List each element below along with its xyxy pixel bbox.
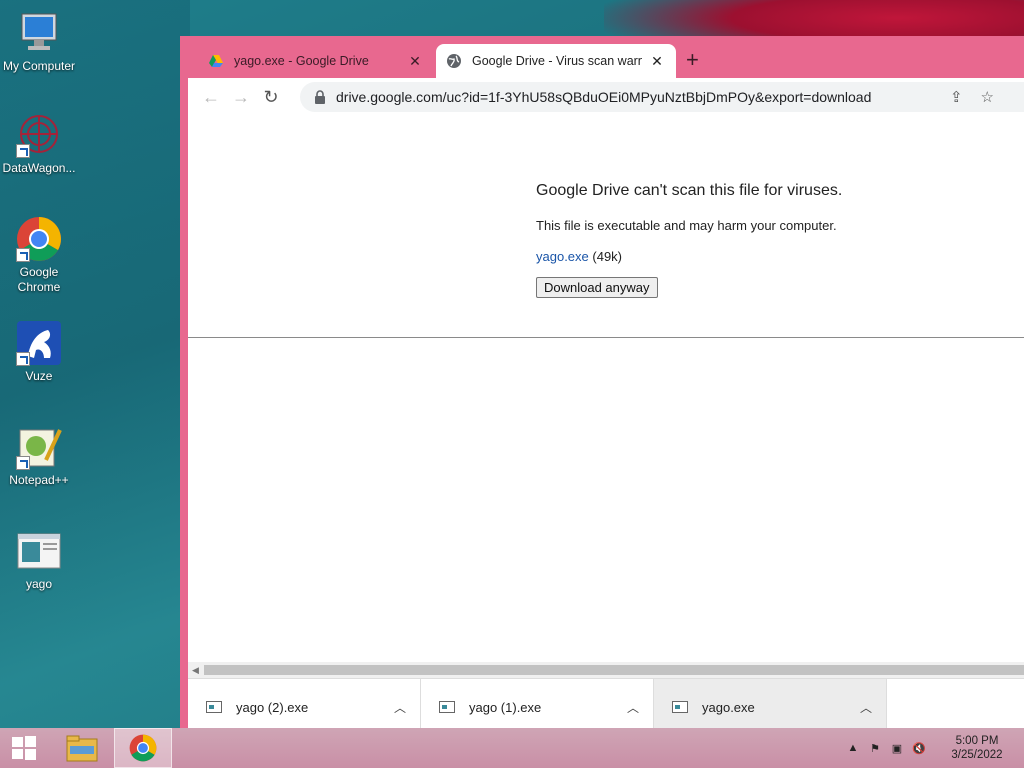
desktop-icon-label: Vuze: [25, 369, 53, 383]
tab-strip: yago.exe - Google Drive ✕ Google Drive -…: [180, 36, 1024, 78]
executable-file-icon: [16, 528, 62, 574]
page-heading: Google Drive can't scan this file for vi…: [536, 182, 843, 199]
shortcut-arrow-icon: [16, 144, 30, 158]
chevron-up-icon[interactable]: ︿: [846, 699, 886, 716]
google-drive-icon: [208, 53, 224, 69]
tab-virus-scan-warning[interactable]: Google Drive - Virus scan warning ✕: [436, 44, 676, 78]
desktop-icon-label: My Computer: [2, 59, 76, 73]
clock-time: 5:00 PM: [955, 735, 999, 747]
network-icon[interactable]: ▣: [886, 742, 908, 755]
page-content: Google Drive can't scan this file for vi…: [188, 116, 1024, 678]
chrome-window: yago.exe - Google Drive ✕ Google Drive -…: [180, 36, 1024, 742]
desktop-icon-notepad-plus-plus[interactable]: Notepad++: [0, 424, 78, 488]
chrome-taskbar-button[interactable]: [114, 728, 172, 768]
volume-muted-icon[interactable]: 🔇: [908, 742, 930, 755]
download-name: yago (2).exe: [236, 699, 309, 715]
close-icon[interactable]: ✕: [648, 53, 666, 70]
browser-toolbar: ← → ↻ drive.google.com/uc?id=1f-3YhU58sQ…: [188, 78, 1024, 116]
download-name: yago.exe: [702, 699, 755, 715]
tab-yago-google-drive[interactable]: yago.exe - Google Drive ✕: [198, 44, 434, 78]
desktop-icon-google-chrome[interactable]: Google Chrome: [0, 216, 78, 295]
scrollbar-thumb[interactable]: [204, 665, 1024, 675]
virus-warning-panel: Google Drive can't scan this file for vi…: [536, 182, 842, 298]
datawagon-icon: [16, 112, 62, 158]
vuze-frog-icon: [16, 320, 62, 366]
clock-date: 3/25/2022: [951, 749, 1003, 761]
download-shelf: yago (2).exe ︿ yago (1).exe ︿ yago.exe ︿: [188, 678, 1024, 735]
share-icon[interactable]: ⇪: [950, 88, 963, 106]
download-item[interactable]: yago.exe ︿: [654, 679, 887, 735]
close-icon[interactable]: ✕: [406, 53, 424, 70]
desktop-icon-yago[interactable]: yago: [0, 528, 78, 592]
download-item[interactable]: yago (1).exe ︿: [421, 679, 654, 735]
desktop-icon-my-computer[interactable]: My Computer: [0, 10, 78, 74]
file-size: (49k): [592, 249, 623, 264]
chrome-icon: [16, 216, 62, 262]
desktop-icon-label: Notepad++: [9, 473, 69, 487]
clock[interactable]: 5:00 PM 3/25/2022: [930, 734, 1024, 762]
tab-title: yago.exe - Google Drive: [234, 54, 369, 68]
shortcut-arrow-icon: [16, 248, 30, 262]
file-info: yago.exe (49k): [536, 249, 842, 264]
download-anyway-button[interactable]: Download anyway: [536, 277, 658, 298]
executable-file-icon: [439, 701, 455, 713]
chevron-up-icon[interactable]: ︿: [380, 699, 420, 716]
download-item[interactable]: yago (2).exe ︿: [188, 679, 421, 735]
horizontal-divider: [188, 337, 1024, 338]
shortcut-arrow-icon: [16, 456, 30, 470]
executable-file-icon: [672, 701, 688, 713]
notepad-plus-plus-icon: [16, 424, 62, 470]
chevron-up-icon[interactable]: ︿: [613, 699, 653, 716]
scroll-left-icon[interactable]: ◀: [192, 665, 199, 676]
executable-file-icon: [206, 701, 222, 713]
globe-icon: [446, 53, 462, 69]
file-link[interactable]: yago.exe: [536, 249, 589, 264]
action-center-flag-icon[interactable]: ⚑: [864, 742, 886, 755]
address-bar[interactable]: drive.google.com/uc?id=1f-3YhU58sQBduOEi…: [300, 82, 1024, 112]
chrome-icon: [129, 734, 157, 762]
desktop-icon-label: DataWagon...: [2, 161, 76, 175]
folder-icon: [66, 735, 98, 762]
forward-arrow-icon[interactable]: →: [226, 87, 256, 108]
back-arrow-icon[interactable]: ←: [196, 87, 226, 108]
show-hidden-icons-icon[interactable]: ▲: [842, 742, 864, 754]
computer-icon: [16, 10, 62, 56]
warning-description: This file is executable and may harm you…: [536, 218, 837, 233]
desktop-icon-label: Google Chrome: [17, 265, 61, 294]
bookmark-star-icon[interactable]: ☆: [981, 88, 994, 106]
lock-icon: [314, 90, 326, 104]
taskbar: ▲ ⚑ ▣ 🔇 5:00 PM 3/25/2022: [0, 728, 1024, 768]
start-button[interactable]: [0, 728, 48, 768]
desktop-icon-vuze[interactable]: Vuze: [0, 320, 78, 384]
horizontal-scrollbar[interactable]: ◀: [188, 662, 1024, 678]
download-name: yago (1).exe: [469, 699, 542, 715]
system-tray: ▲ ⚑ ▣ 🔇 5:00 PM 3/25/2022: [842, 728, 1024, 768]
new-tab-button[interactable]: +: [686, 49, 699, 71]
shortcut-arrow-icon: [16, 352, 30, 366]
file-explorer-button[interactable]: [58, 728, 106, 768]
tab-title: Google Drive - Virus scan warning: [472, 54, 642, 68]
reload-icon[interactable]: ↻: [256, 87, 286, 108]
desktop-icon-label: yago: [25, 577, 53, 591]
address-url: drive.google.com/uc?id=1f-3YhU58sQBduOEi…: [336, 89, 872, 105]
windows-logo-icon: [12, 736, 36, 760]
desktop-icon-datawagon[interactable]: DataWagon...: [0, 112, 78, 176]
